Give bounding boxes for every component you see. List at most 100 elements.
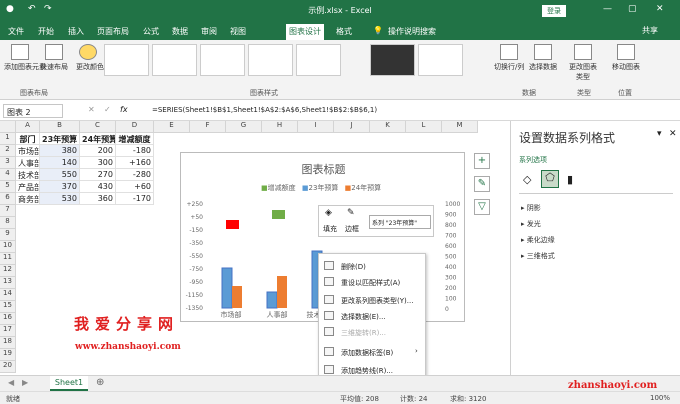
table-cell[interactable]: -170 <box>116 193 154 205</box>
row-header-10[interactable]: 10 <box>0 241 16 253</box>
chart-elements-button[interactable]: + <box>474 153 490 169</box>
row-header-9[interactable]: 9 <box>0 229 16 241</box>
column-header-i[interactable]: I <box>298 121 334 133</box>
row-header-14[interactable]: 14 <box>0 289 16 301</box>
next-sheet-icon[interactable]: ▶ <box>22 378 28 387</box>
table-cell[interactable]: 商务部 <box>16 193 40 205</box>
table-cell[interactable]: 200 <box>80 145 116 157</box>
formula-input[interactable]: =SERIES(Sheet1!$B$1,Sheet1!$A$2:$A$6,She… <box>152 106 377 114</box>
table-cell[interactable]: 140 <box>40 157 80 169</box>
series-selector[interactable]: 系列 "23年预算" <box>369 215 431 229</box>
section-3d-format[interactable]: ▸ 三维格式 <box>521 251 555 261</box>
row-header-12[interactable]: 12 <box>0 265 16 277</box>
column-header-b[interactable]: B <box>40 121 80 133</box>
change-chart-type-button[interactable]: 更改图表类型 <box>568 44 598 82</box>
bar-2023-marketing[interactable] <box>221 267 233 309</box>
row-header-4[interactable]: 4 <box>0 169 16 181</box>
name-box[interactable]: 图表 2 <box>3 104 63 118</box>
tab-review[interactable]: 审阅 <box>201 26 217 37</box>
column-header-d[interactable]: D <box>116 121 154 133</box>
tab-chart-design[interactable]: 图表设计 <box>286 24 324 40</box>
context-menu-item[interactable]: 更改系列图表类型(Y)... <box>319 292 425 308</box>
fill-line-icon[interactable]: ◇ <box>523 173 531 186</box>
table-cell[interactable]: 380 <box>40 145 80 157</box>
table-cell[interactable]: 产品部 <box>16 181 40 193</box>
chart-filter-icon[interactable]: ▽ <box>474 199 490 215</box>
row-header-13[interactable]: 13 <box>0 277 16 289</box>
pane-close-icon[interactable]: ✕ <box>669 129 677 139</box>
minimize-button[interactable]: — <box>603 4 612 14</box>
row-header-8[interactable]: 8 <box>0 217 16 229</box>
table-cell[interactable]: 360 <box>80 193 116 205</box>
chart-style-4[interactable] <box>248 44 293 76</box>
column-header-h[interactable]: H <box>262 121 298 133</box>
tab-view[interactable]: 视图 <box>230 26 246 37</box>
row-header-1[interactable]: 1 <box>0 133 16 145</box>
row-header-5[interactable]: 5 <box>0 181 16 193</box>
confirm-icon[interactable]: ✓ <box>104 105 111 114</box>
section-shadow[interactable]: ▸ 阴影 <box>521 203 541 213</box>
row-header-11[interactable]: 11 <box>0 253 16 265</box>
column-header-g[interactable]: G <box>226 121 262 133</box>
tab-insert[interactable]: 插入 <box>68 26 84 37</box>
bar-2024-marketing[interactable] <box>232 286 242 308</box>
column-header-k[interactable]: K <box>370 121 406 133</box>
tab-format[interactable]: 格式 <box>336 26 352 37</box>
row-header-7[interactable]: 7 <box>0 205 16 217</box>
fx-icon[interactable]: fx <box>120 105 128 114</box>
add-chart-element-button[interactable]: 添加图表元素 <box>4 44 46 72</box>
select-all-corner[interactable] <box>0 121 16 133</box>
column-header-m[interactable]: M <box>442 121 478 133</box>
table-cell[interactable]: 270 <box>80 169 116 181</box>
column-header-j[interactable]: J <box>334 121 370 133</box>
table-cell[interactable]: 430 <box>80 181 116 193</box>
row-header-18[interactable]: 18 <box>0 337 16 349</box>
column-header-f[interactable]: F <box>190 121 226 133</box>
table-cell[interactable]: 550 <box>40 169 80 181</box>
context-menu-item[interactable]: 重设以匹配样式(A) <box>319 274 425 290</box>
chart-style-3[interactable] <box>200 44 245 76</box>
pane-dropdown-icon[interactable]: ▾ <box>657 129 662 139</box>
section-soft-edges[interactable]: ▸ 柔化边缘 <box>521 235 555 245</box>
table-cell[interactable]: 技术部 <box>16 169 40 181</box>
prev-sheet-icon[interactable]: ◀ <box>8 378 14 387</box>
change-colors-button[interactable]: 更改颜色 <box>76 44 104 72</box>
select-data-button[interactable]: 选择数据 <box>528 44 558 72</box>
row-header-15[interactable]: 15 <box>0 301 16 313</box>
table-cell[interactable]: +60 <box>116 181 154 193</box>
chart-style-7[interactable] <box>418 44 463 76</box>
column-header-e[interactable]: E <box>154 121 190 133</box>
row-header-16[interactable]: 16 <box>0 313 16 325</box>
chart-style-6[interactable] <box>370 44 415 76</box>
table-header-cell[interactable]: 23年预算 <box>40 133 80 145</box>
table-cell[interactable]: -180 <box>116 145 154 157</box>
column-header-a[interactable]: A <box>16 121 40 133</box>
section-glow[interactable]: ▸ 发光 <box>521 219 541 229</box>
tab-home[interactable]: 开始 <box>38 26 54 37</box>
chart-styles-brush-icon[interactable]: ✎ <box>474 176 490 192</box>
series-options-dropdown[interactable]: 系列选项 <box>519 155 547 165</box>
table-cell[interactable]: 300 <box>80 157 116 169</box>
share-button[interactable]: 共享 <box>642 25 658 36</box>
row-header-2[interactable]: 2 <box>0 145 16 157</box>
context-menu-item[interactable]: 添加数据标签(B) › <box>319 344 425 360</box>
sheet-tab-sheet1[interactable]: Sheet1 <box>50 376 88 391</box>
effects-icon[interactable]: ⬠ <box>541 170 559 188</box>
table-cell[interactable]: 370 <box>40 181 80 193</box>
table-header-cell[interactable]: 部门 <box>16 133 40 145</box>
table-cell[interactable]: 530 <box>40 193 80 205</box>
row-header-3[interactable]: 3 <box>0 157 16 169</box>
tab-page-layout[interactable]: 页面布局 <box>97 26 129 37</box>
table-header-cell[interactable]: 24年预算 <box>80 133 116 145</box>
table-cell[interactable]: 人事部 <box>16 157 40 169</box>
chart-style-5[interactable] <box>296 44 341 76</box>
zoom-level[interactable]: 100% <box>650 394 670 402</box>
row-header-6[interactable]: 6 <box>0 193 16 205</box>
close-button[interactable]: ✕ <box>656 4 664 14</box>
bar-diff-marketing[interactable] <box>226 220 239 229</box>
switch-row-col-button[interactable]: 切换行/列 <box>494 44 524 72</box>
table-cell[interactable]: -280 <box>116 169 154 181</box>
fill-button[interactable]: 填充 <box>323 224 337 234</box>
column-header-c[interactable]: C <box>80 121 116 133</box>
bar-2023-hr[interactable] <box>266 291 278 309</box>
